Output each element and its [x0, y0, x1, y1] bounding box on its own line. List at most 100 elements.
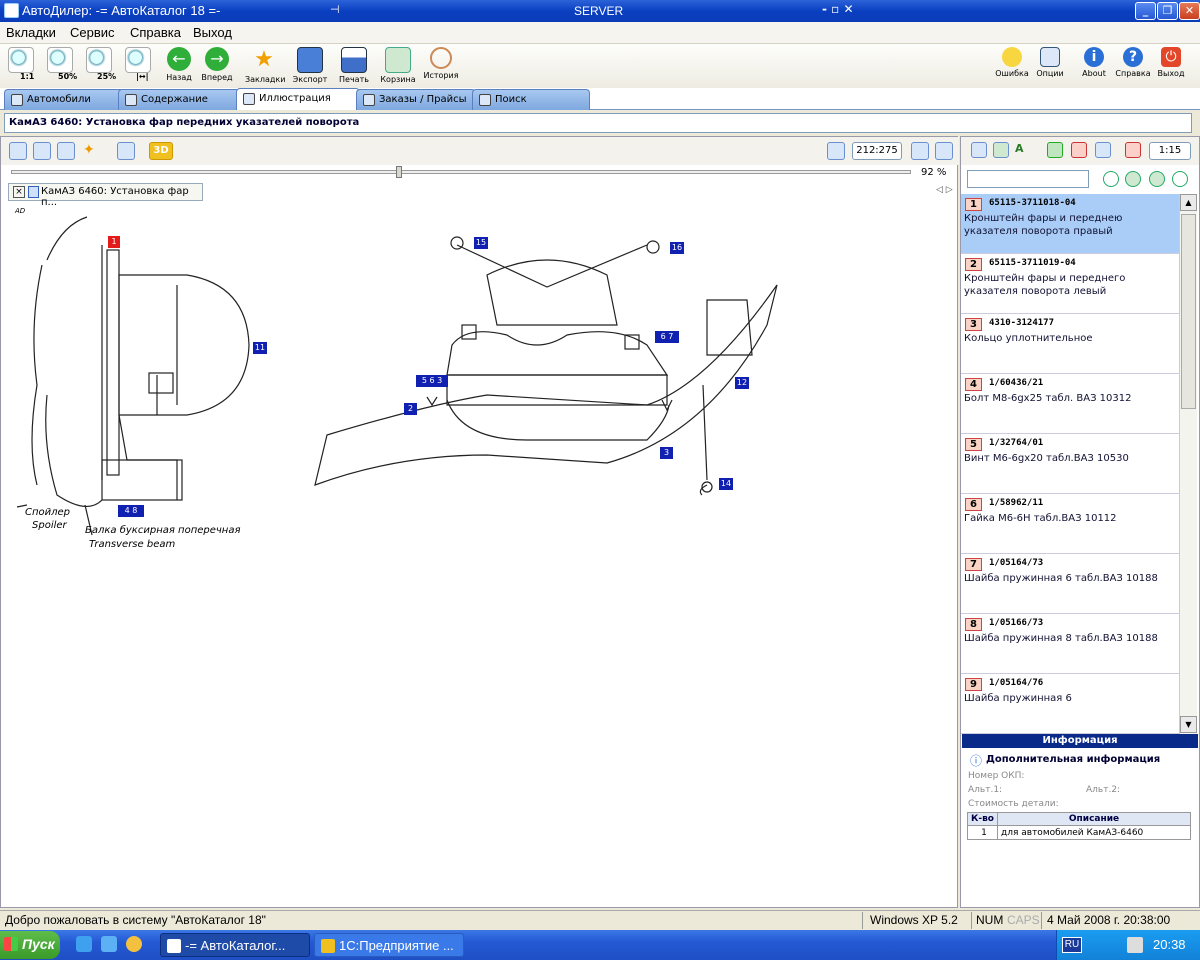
grid-view-icon[interactable] — [33, 142, 51, 160]
part-item[interactable]: 8 1/05166/73 Шайба пружинная 8 табл.ВАЗ 10… — [961, 614, 1179, 674]
callout-3[interactable]: 3 — [660, 447, 673, 459]
ie-icon[interactable] — [76, 936, 92, 952]
first-nav-icon[interactable] — [1103, 171, 1119, 187]
list-mode-icon[interactable] — [911, 142, 929, 160]
inner-window-controls[interactable]: - ▫ ✕ — [822, 2, 854, 16]
font-icon[interactable]: A — [1015, 142, 1031, 158]
menu-exit[interactable]: Выход — [193, 25, 232, 40]
status-message: Добро пожаловать в систему "АвтоКаталог … — [5, 913, 266, 927]
zoom-slider-thumb[interactable] — [396, 166, 402, 178]
coord-field[interactable]: 212:275 — [852, 142, 902, 160]
help-button[interactable]: ? Справка — [1114, 47, 1152, 78]
menu-help[interactable]: Справка — [130, 25, 181, 40]
close-tab-icon[interactable]: × — [13, 186, 25, 198]
exit-button[interactable]: ⏻ Выход — [1152, 47, 1190, 78]
parts-list[interactable]: 1 65115-3711018-04 Кронштейн фары и передн… — [961, 194, 1179, 734]
highlight-star-icon[interactable]: ✦ — [83, 142, 101, 160]
zoom-50-button[interactable] — [41, 47, 79, 75]
forward-button[interactable]: → Вперед — [198, 47, 236, 82]
copy-coord-icon[interactable] — [827, 142, 845, 160]
bookmarks-button[interactable]: ★ Закладки — [245, 47, 285, 84]
zoom-slider-track[interactable] — [11, 170, 911, 174]
print-button[interactable]: Печать — [335, 47, 373, 84]
error-button[interactable]: Ошибка — [993, 47, 1031, 78]
export-button[interactable]: Экспорт — [291, 47, 329, 84]
taskbar-app-1c[interactable]: 1С:Предприятие ... — [314, 933, 464, 957]
minimize-button[interactable]: _ — [1135, 2, 1156, 20]
parts-panel: A 1:15 1 65115-3711018-04 Кронштейн фары и… — [960, 136, 1200, 908]
cart-button[interactable]: Корзина — [379, 47, 417, 84]
refresh-view-icon[interactable] — [9, 142, 27, 160]
start-button[interactable]: Пуск — [0, 931, 60, 959]
tab-scroll-arrows[interactable]: ◁ ▷ — [936, 185, 953, 195]
tab-contents[interactable]: Содержание — [118, 89, 240, 110]
table-row[interactable]: 1 для автомобилей КамАЗ-6460 — [967, 825, 1191, 840]
delete-icon[interactable] — [1071, 142, 1087, 158]
part-item[interactable]: 4 1/60436/21 Болт М8-6gх25 табл. ВАЗ 10312 — [961, 374, 1179, 434]
part-item[interactable]: 9 1/05164/76 Шайба пружинная 6 — [961, 674, 1179, 734]
about-button[interactable]: i About — [1075, 47, 1113, 78]
callout-12[interactable]: 12 — [735, 377, 749, 389]
3d-icon[interactable]: 3D — [149, 142, 173, 160]
back-button[interactable]: ← Назад — [160, 47, 198, 82]
callout-1[interactable]: 1 — [108, 236, 120, 248]
scale-field[interactable]: 1:15 — [1149, 142, 1191, 160]
rotate-icon[interactable] — [57, 142, 75, 160]
part-item[interactable]: 6 1/58962/11 Гайка М6-6Н табл.ВАЗ 10112 — [961, 494, 1179, 554]
tab-illustration[interactable]: Иллюстрация — [236, 88, 360, 110]
history-button[interactable]: История — [422, 47, 460, 80]
zoom-25-button[interactable] — [80, 47, 118, 75]
last-nav-icon[interactable] — [1172, 171, 1188, 187]
callout-6-7[interactable]: 6 7 — [655, 331, 679, 343]
scroll-down-icon[interactable]: ▼ — [1180, 716, 1197, 733]
part-item[interactable]: 2 65115-3711019-04 Кронштейн фары и передн… — [961, 254, 1179, 314]
part-item[interactable]: 3 4310-3124177 Кольцо уплотнительное — [961, 314, 1179, 374]
panel-mode-icon[interactable] — [935, 142, 953, 160]
app-icon[interactable] — [4, 3, 19, 18]
tab-search[interactable]: Поиск — [472, 89, 590, 110]
menu-tabs[interactable]: Вкладки — [6, 25, 56, 40]
callout-14[interactable]: 14 — [719, 478, 733, 490]
part-item[interactable]: 1 65115-3711018-04 Кронштейн фары и передн… — [961, 194, 1179, 254]
tab-bar: Автомобили Содержание Иллюстрация Заказы… — [0, 88, 1200, 110]
edit-icon[interactable] — [1095, 142, 1111, 158]
copy-icon[interactable] — [971, 142, 987, 158]
menu-service[interactable]: Сервис — [70, 25, 115, 40]
close-button[interactable]: ✕ — [1179, 2, 1200, 20]
part-item[interactable]: 7 1/05164/73 Шайба пружинная 6 табл.ВАЗ 10… — [961, 554, 1179, 614]
parts-search-input[interactable] — [967, 170, 1089, 188]
next-nav-icon[interactable] — [1149, 171, 1165, 187]
language-indicator[interactable]: RU — [1062, 937, 1082, 953]
up-arrow-icon[interactable] — [1047, 142, 1063, 158]
callout-15[interactable]: 15 — [474, 237, 488, 249]
print-red-icon[interactable] — [1125, 142, 1141, 158]
callout-16[interactable]: 16 — [670, 242, 684, 254]
tray-clock[interactable]: 20:38 — [1153, 937, 1186, 952]
clock-app-icon[interactable] — [126, 936, 142, 952]
refresh-icon[interactable] — [993, 142, 1009, 158]
zoom-1to1-button[interactable] — [2, 47, 40, 75]
parts-scrollbar[interactable]: ▲ ▼ — [1179, 194, 1197, 734]
tab-cars[interactable]: Автомобили — [4, 89, 124, 110]
zoom-fit-button[interactable] — [119, 47, 157, 75]
scroll-up-icon[interactable]: ▲ — [1180, 194, 1197, 211]
print-view-icon[interactable] — [117, 142, 135, 160]
title-bar[interactable]: АвтоДилер: -= АвтоКаталог 18 =- ⊣ SERVER… — [0, 0, 1200, 22]
illustration-canvas[interactable]: AD Спойлер Spoiler Балка буксирная попер… — [7, 205, 955, 905]
network-icon[interactable] — [1127, 937, 1143, 953]
part-item[interactable]: 5 1/32764/01 Винт М6-6gх20 табл.ВАЗ 10530 — [961, 434, 1179, 494]
prev-nav-icon[interactable] — [1125, 171, 1141, 187]
scroll-thumb[interactable] — [1181, 214, 1196, 409]
options-button[interactable]: Опции — [1031, 47, 1069, 78]
maximize-button[interactable]: ❐ — [1157, 2, 1178, 20]
callout-2[interactable]: 2 — [404, 403, 417, 415]
explorer-icon[interactable] — [101, 936, 117, 952]
options-icon — [1040, 47, 1060, 67]
callout-5-6-3[interactable]: 5 6 3 — [416, 375, 448, 387]
tab-orders[interactable]: Заказы / Прайсы — [356, 89, 476, 110]
document-tab[interactable]: × КамАЗ 6460: Установка фар п... — [8, 183, 203, 208]
taskbar-app-autocatalog[interactable]: -= АвтоКаталог... — [160, 933, 310, 957]
callout-11[interactable]: 11 — [253, 342, 267, 354]
callout-4-8[interactable]: 4 8 — [118, 505, 144, 517]
pin-icon[interactable]: ⊣ — [330, 3, 340, 16]
